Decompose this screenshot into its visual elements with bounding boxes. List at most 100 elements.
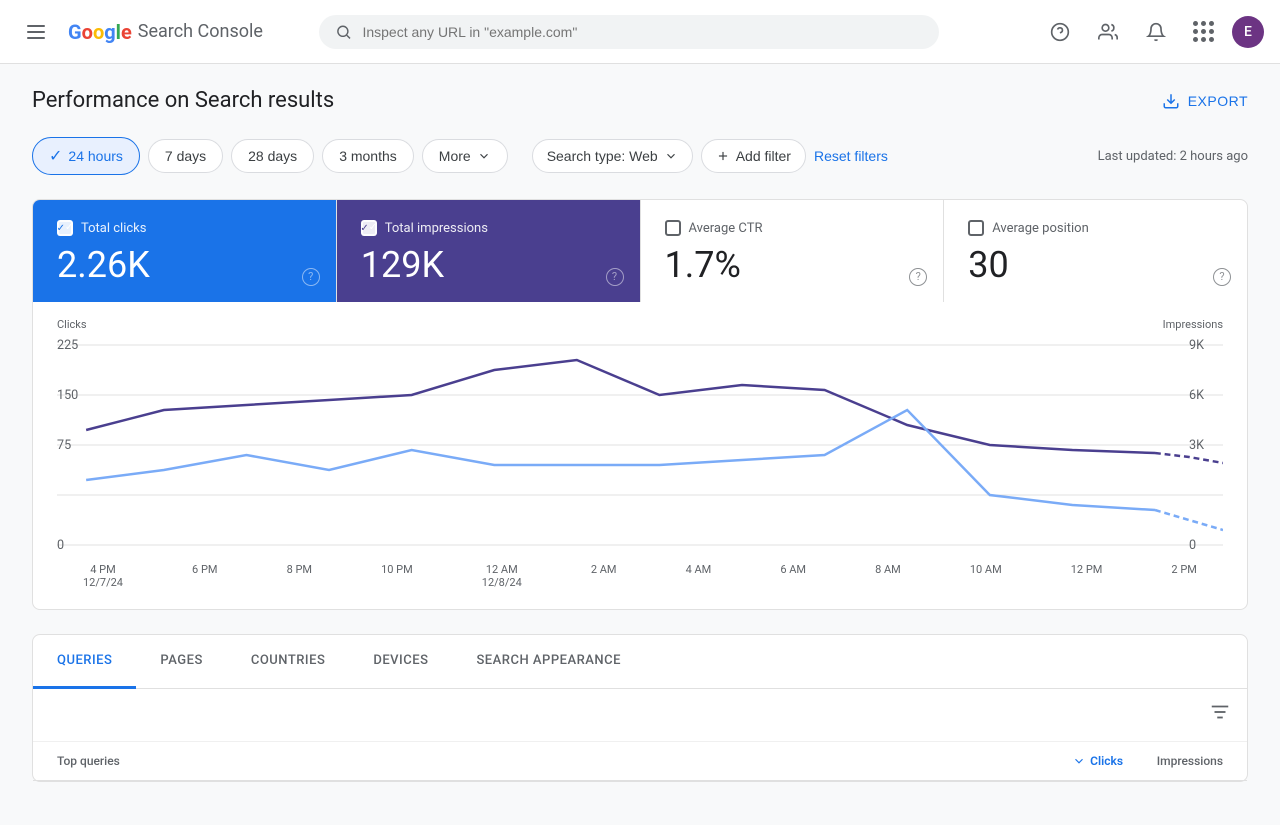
metric-ctr-label: Average CTR xyxy=(689,221,763,236)
apps-grid-icon xyxy=(1193,21,1214,42)
main-content: Performance on Search results EXPORT ✓ 2… xyxy=(0,64,1280,825)
hamburger-menu-button[interactable] xyxy=(16,12,56,52)
app-logo: Google Search Console xyxy=(68,20,263,44)
apps-button[interactable] xyxy=(1184,12,1224,52)
people-button[interactable] xyxy=(1088,12,1128,52)
table-header: Top queries Clicks Impressions xyxy=(33,742,1247,781)
metrics-row: ✓ Total clicks 2.26K ? ✓ Total impressio… xyxy=(33,200,1247,302)
time-filter-28d[interactable]: 28 days xyxy=(231,139,314,173)
x-label-6am: 6 AM xyxy=(780,563,806,589)
th-queries: Top queries xyxy=(57,754,1023,768)
url-search-input[interactable] xyxy=(362,24,923,40)
tab-devices[interactable]: DEVICES xyxy=(349,635,452,689)
svg-text:3K: 3K xyxy=(1189,437,1205,452)
page-header: Performance on Search results EXPORT xyxy=(32,88,1248,113)
x-label-12pm: 12 PM xyxy=(1071,563,1103,589)
x-label-2pm: 2 PM xyxy=(1171,563,1196,589)
metric-avg-position[interactable]: Average position 30 ? xyxy=(944,200,1247,302)
navbar-icons: E xyxy=(1040,12,1264,52)
help-button[interactable] xyxy=(1040,12,1080,52)
svg-text:150: 150 xyxy=(57,387,78,402)
x-label-8pm: 8 PM xyxy=(287,563,312,589)
tab-search-appearance[interactable]: SEARCH APPEARANCE xyxy=(452,635,645,689)
product-name: Search Console xyxy=(138,21,263,42)
metric-clicks-label: Total clicks xyxy=(81,221,146,236)
tab-countries[interactable]: COUNTRIES xyxy=(227,635,350,689)
hamburger-icon xyxy=(27,25,45,39)
metric-total-clicks[interactable]: ✓ Total clicks 2.26K ? xyxy=(33,200,337,302)
download-icon xyxy=(1162,92,1180,110)
time-filter-more-label: More xyxy=(439,148,471,164)
metric-clicks-value: 2.26K xyxy=(57,246,312,286)
chart-y-left-label: Clicks xyxy=(57,318,87,331)
th-clicks-label: Clicks xyxy=(1090,754,1123,768)
filter-row: ✓ 24 hours 7 days 28 days 3 months More … xyxy=(32,137,1248,175)
metric-position-help[interactable]: ? xyxy=(1213,268,1231,286)
help-icon xyxy=(1050,22,1070,42)
notifications-button[interactable] xyxy=(1136,12,1176,52)
url-search-bar[interactable] xyxy=(319,15,939,49)
add-filter-label: Add filter xyxy=(736,148,791,164)
bell-icon xyxy=(1146,22,1166,42)
x-label-10am: 10 AM xyxy=(970,563,1002,589)
navbar: Google Search Console xyxy=(0,0,1280,64)
table-filter-button[interactable] xyxy=(1209,701,1231,729)
svg-text:225: 225 xyxy=(57,337,78,352)
x-label-10pm: 10 PM xyxy=(381,563,413,589)
search-type-filter[interactable]: Search type: Web xyxy=(532,139,693,173)
tab-pages[interactable]: PAGES xyxy=(136,635,226,689)
plus-icon xyxy=(716,149,730,163)
svg-text:0: 0 xyxy=(1189,537,1196,552)
metric-ctr-help[interactable]: ? xyxy=(909,268,927,286)
sort-down-icon xyxy=(1072,754,1086,768)
time-filter-24h[interactable]: ✓ 24 hours xyxy=(32,137,140,175)
metric-position-checkbox[interactable] xyxy=(968,220,984,236)
x-label-4pm: 4 PM12/7/24 xyxy=(83,563,123,589)
time-filter-more[interactable]: More xyxy=(422,139,508,173)
chevron-down-icon xyxy=(477,149,491,163)
add-filter-button[interactable]: Add filter xyxy=(701,139,806,173)
time-filter-3m[interactable]: 3 months xyxy=(322,139,414,173)
metric-ctr-checkbox[interactable] xyxy=(665,220,681,236)
x-label-12am: 12 AM12/8/24 xyxy=(482,563,522,589)
metric-total-impressions[interactable]: ✓ Total impressions 129K ? xyxy=(337,200,641,302)
chart-area: Clicks Impressions 225 150 75 0 xyxy=(33,302,1247,609)
x-label-6pm: 6 PM xyxy=(192,563,217,589)
time-filter-24h-label: 24 hours xyxy=(68,148,122,164)
metric-position-value: 30 xyxy=(968,246,1223,286)
svg-text:9K: 9K xyxy=(1189,337,1205,352)
metric-impressions-label: Total impressions xyxy=(385,221,488,236)
chevron-down-icon xyxy=(664,149,678,163)
metric-impressions-value: 129K xyxy=(361,246,616,286)
page-title: Performance on Search results xyxy=(32,88,334,113)
tab-queries[interactable]: QUERIES xyxy=(33,635,136,689)
chart-y-right-label: Impressions xyxy=(1163,318,1223,331)
search-icon xyxy=(335,23,352,41)
th-clicks[interactable]: Clicks xyxy=(1023,754,1123,768)
time-filter-7d-label: 7 days xyxy=(165,148,206,164)
x-label-2am: 2 AM xyxy=(591,563,617,589)
metric-impressions-checkbox[interactable]: ✓ xyxy=(361,220,377,236)
last-updated-text: Last updated: 2 hours ago xyxy=(1098,149,1248,164)
export-label: EXPORT xyxy=(1188,93,1248,109)
metric-ctr-value: 1.7% xyxy=(665,246,920,286)
metric-clicks-help[interactable]: ? xyxy=(302,268,320,286)
metrics-chart-card: ✓ Total clicks 2.26K ? ✓ Total impressio… xyxy=(32,199,1248,610)
th-impressions: Impressions xyxy=(1123,754,1223,768)
performance-chart: 225 150 75 0 9K 6K 3K 0 xyxy=(57,335,1223,555)
filter-list-icon xyxy=(1209,701,1231,723)
reset-filters-button[interactable]: Reset filters xyxy=(814,148,888,164)
time-filter-7d[interactable]: 7 days xyxy=(148,139,223,173)
export-button[interactable]: EXPORT xyxy=(1162,92,1248,110)
search-type-label: Search type: Web xyxy=(547,148,658,164)
check-icon: ✓ xyxy=(49,146,62,166)
svg-text:75: 75 xyxy=(57,437,71,452)
table-toolbar xyxy=(33,689,1247,742)
metric-position-label: Average position xyxy=(992,221,1089,236)
metric-avg-ctr[interactable]: Average CTR 1.7% ? xyxy=(641,200,945,302)
metric-impressions-help[interactable]: ? xyxy=(606,268,624,286)
people-icon xyxy=(1098,22,1118,42)
metric-clicks-checkbox[interactable]: ✓ xyxy=(57,220,73,236)
avatar[interactable]: E xyxy=(1232,16,1264,48)
bottom-card: QUERIES PAGES COUNTRIES DEVICES SEARCH A… xyxy=(32,634,1248,782)
